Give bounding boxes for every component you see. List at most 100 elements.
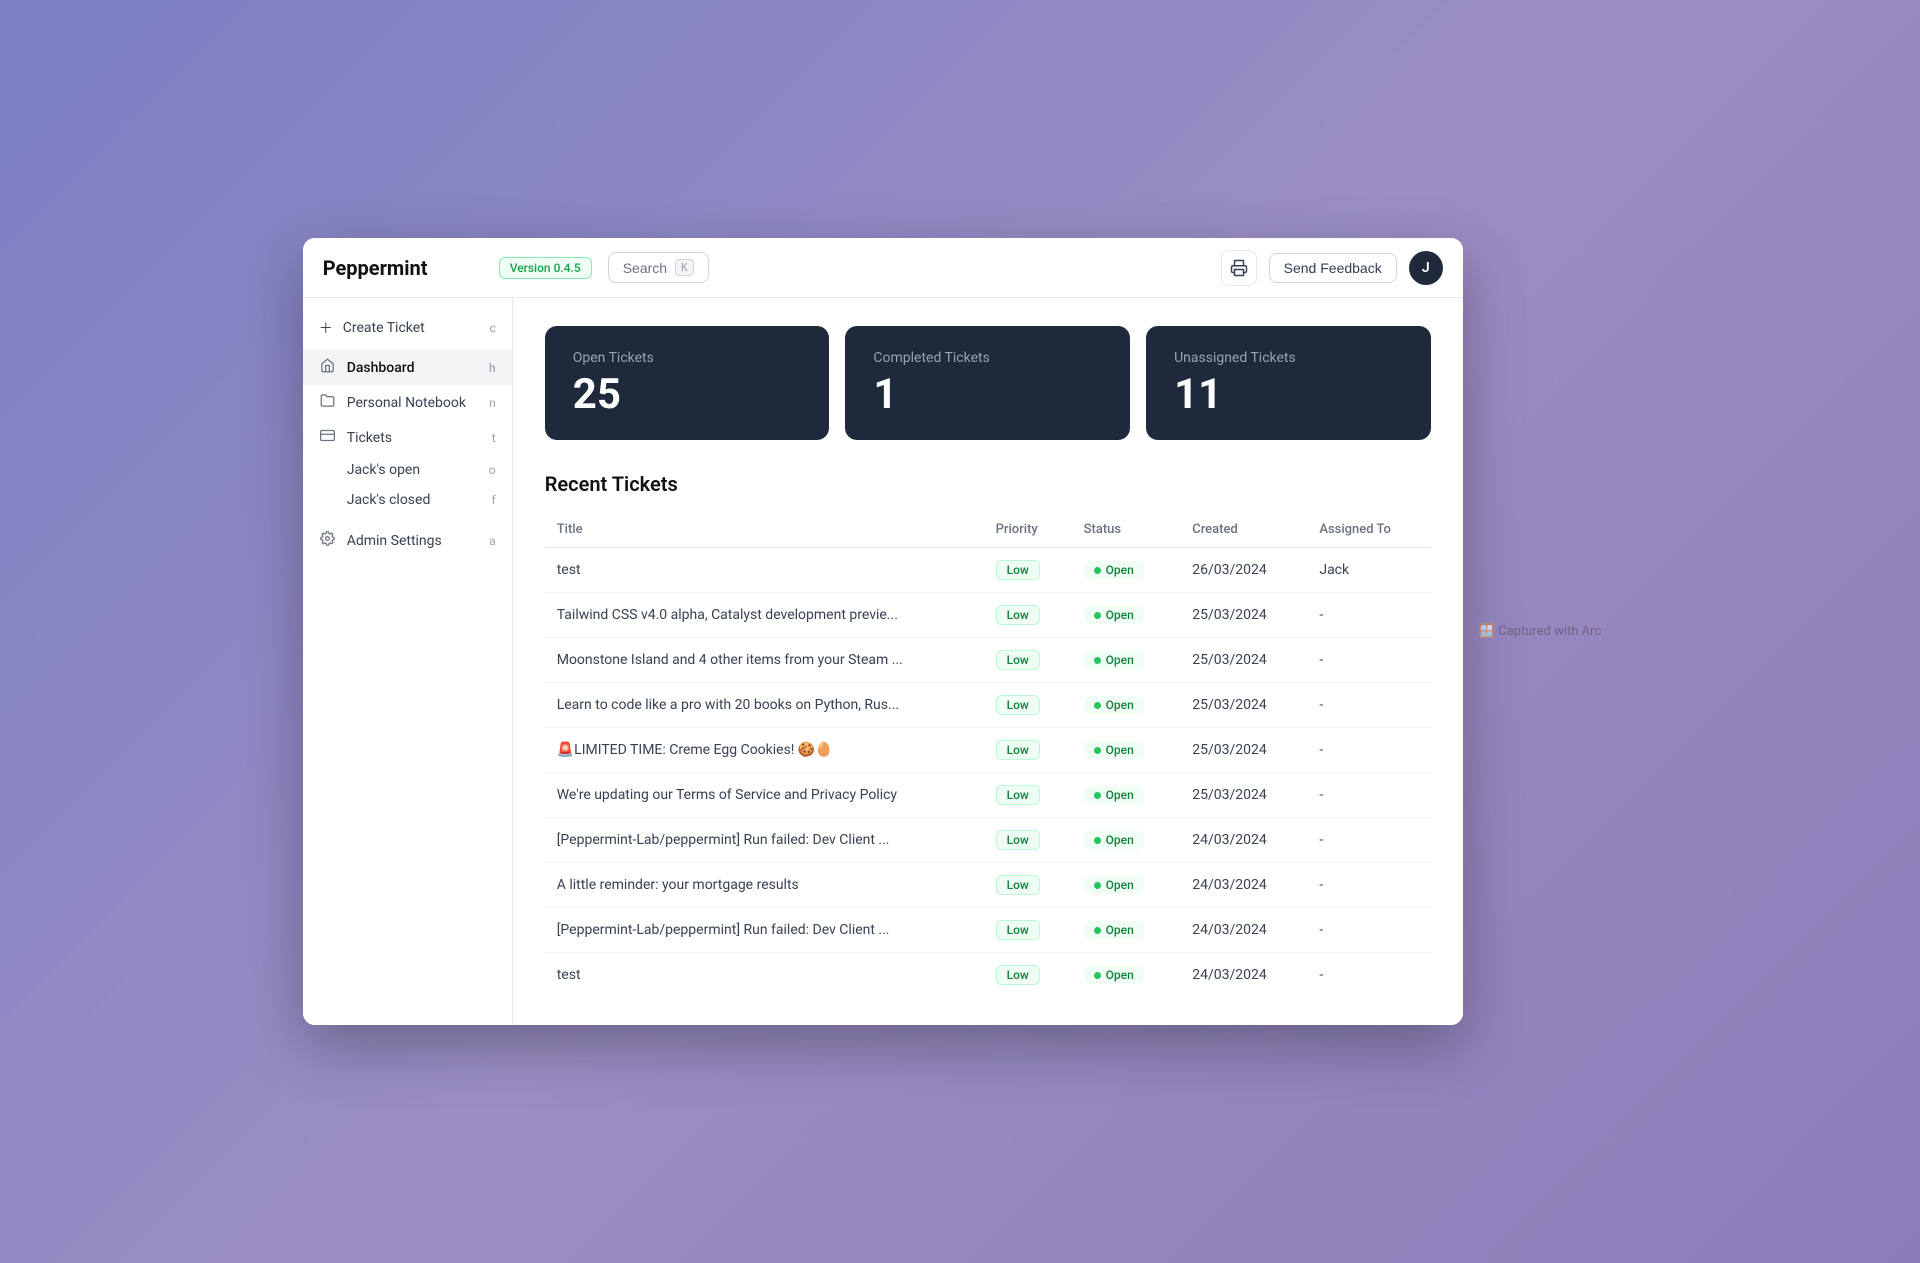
sidebar-item-tickets[interactable]: Tickets t xyxy=(303,420,512,455)
table-row[interactable]: 🚨LIMITED TIME: Creme Egg Cookies! 🍪🥚 Low… xyxy=(545,728,1431,773)
status-badge: Open xyxy=(1084,606,1144,624)
tickets-icon xyxy=(319,428,337,447)
send-feedback-button[interactable]: Send Feedback xyxy=(1269,253,1397,283)
ticket-assigned: - xyxy=(1307,638,1430,683)
notebook-icon xyxy=(319,393,337,412)
ticket-status: Open xyxy=(1072,638,1181,683)
ticket-priority: Low xyxy=(984,863,1072,908)
main-content: Open Tickets 25 Completed Tickets 1 Unas… xyxy=(513,298,1463,1025)
gear-icon xyxy=(319,531,337,550)
ticket-created: 25/03/2024 xyxy=(1180,638,1307,683)
status-badge: Open xyxy=(1084,921,1144,939)
ticket-status: Open xyxy=(1072,728,1181,773)
status-dot xyxy=(1094,972,1101,979)
ticket-created: 26/03/2024 xyxy=(1180,548,1307,593)
footer-bar: 🪟 Captured with Arc xyxy=(1463,608,1618,655)
create-ticket-item[interactable]: ＋ Create Ticket c xyxy=(303,310,512,346)
stats-row: Open Tickets 25 Completed Tickets 1 Unas… xyxy=(545,326,1431,440)
sidebar-item-dashboard[interactable]: Dashboard h xyxy=(303,350,512,385)
jacks-open-shortcut: o xyxy=(489,463,496,477)
priority-badge: Low xyxy=(996,560,1040,580)
header: Peppermint Version 0.4.5 Search K Send F… xyxy=(303,238,1463,298)
table-row[interactable]: [Peppermint-Lab/peppermint] Run failed: … xyxy=(545,908,1431,953)
col-title: Title xyxy=(545,512,984,548)
ticket-status: Open xyxy=(1072,773,1181,818)
ticket-status: Open xyxy=(1072,593,1181,638)
plus-icon: ＋ xyxy=(319,318,333,338)
ticket-title: [Peppermint-Lab/peppermint] Run failed: … xyxy=(545,908,984,953)
table-row[interactable]: [Peppermint-Lab/peppermint] Run failed: … xyxy=(545,818,1431,863)
table-row[interactable]: We're updating our Terms of Service and … xyxy=(545,773,1431,818)
priority-badge: Low xyxy=(996,605,1040,625)
priority-badge: Low xyxy=(996,650,1040,670)
create-ticket-label: Create Ticket xyxy=(343,320,425,336)
priority-badge: Low xyxy=(996,830,1040,850)
sidebar-item-admin-settings[interactable]: Admin Settings a xyxy=(303,523,512,558)
ticket-created: 25/03/2024 xyxy=(1180,728,1307,773)
ticket-title: Moonstone Island and 4 other items from … xyxy=(545,638,984,683)
priority-badge: Low xyxy=(996,695,1040,715)
stat-card-completed[interactable]: Completed Tickets 1 xyxy=(845,326,1130,440)
priority-badge: Low xyxy=(996,875,1040,895)
jacks-closed-label: Jack's closed xyxy=(347,492,431,508)
printer-icon[interactable] xyxy=(1221,250,1257,286)
ticket-priority: Low xyxy=(984,683,1072,728)
status-badge: Open xyxy=(1084,696,1144,714)
table-header: Title Priority Status Created Assigned T… xyxy=(545,512,1431,548)
layout: ＋ Create Ticket c Dashboard h Personal N… xyxy=(303,298,1463,1025)
table-row[interactable]: Learn to code like a pro with 20 books o… xyxy=(545,683,1431,728)
footer-label: 🪟 Captured with Arc xyxy=(1479,624,1602,639)
table-row[interactable]: Tailwind CSS v4.0 alpha, Catalyst develo… xyxy=(545,593,1431,638)
sidebar-jacks-closed[interactable]: Jack's closed f xyxy=(303,485,512,515)
ticket-assigned: - xyxy=(1307,593,1430,638)
status-badge: Open xyxy=(1084,651,1144,669)
col-assigned: Assigned To xyxy=(1307,512,1430,548)
stat-card-open[interactable]: Open Tickets 25 xyxy=(545,326,830,440)
sidebar-dashboard-label: Dashboard xyxy=(347,360,415,376)
ticket-assigned: - xyxy=(1307,863,1430,908)
admin-settings-shortcut: a xyxy=(489,534,496,548)
status-badge: Open xyxy=(1084,831,1144,849)
ticket-priority: Low xyxy=(984,638,1072,683)
table-row[interactable]: Moonstone Island and 4 other items from … xyxy=(545,638,1431,683)
recent-tickets-section: Recent Tickets Title Priority Status Cre… xyxy=(545,472,1431,997)
ticket-title: We're updating our Terms of Service and … xyxy=(545,773,984,818)
section-title: Recent Tickets xyxy=(545,472,1431,496)
search-button[interactable]: Search K xyxy=(608,252,709,283)
stat-unassigned-value: 11 xyxy=(1174,374,1403,416)
status-badge: Open xyxy=(1084,786,1144,804)
status-dot xyxy=(1094,702,1101,709)
create-ticket-shortcut: c xyxy=(489,321,495,335)
col-created: Created xyxy=(1180,512,1307,548)
ticket-created: 25/03/2024 xyxy=(1180,593,1307,638)
status-dot xyxy=(1094,567,1101,574)
table-row[interactable]: A little reminder: your mortgage results… xyxy=(545,863,1431,908)
sidebar-tickets-label: Tickets xyxy=(347,430,392,446)
ticket-created: 24/03/2024 xyxy=(1180,908,1307,953)
app-logo: Peppermint xyxy=(323,256,483,280)
stat-unassigned-label: Unassigned Tickets xyxy=(1174,350,1403,366)
sidebar-jacks-open[interactable]: Jack's open o xyxy=(303,455,512,485)
ticket-status: Open xyxy=(1072,863,1181,908)
sidebar-notebook-shortcut: n xyxy=(489,396,496,410)
sidebar-item-notebook[interactable]: Personal Notebook n xyxy=(303,385,512,420)
ticket-title: Learn to code like a pro with 20 books o… xyxy=(545,683,984,728)
ticket-priority: Low xyxy=(984,773,1072,818)
stat-card-unassigned[interactable]: Unassigned Tickets 11 xyxy=(1146,326,1431,440)
ticket-created: 24/03/2024 xyxy=(1180,863,1307,908)
ticket-created: 24/03/2024 xyxy=(1180,818,1307,863)
ticket-title: 🚨LIMITED TIME: Creme Egg Cookies! 🍪🥚 xyxy=(545,728,984,773)
ticket-assigned: - xyxy=(1307,908,1430,953)
ticket-status: Open xyxy=(1072,908,1181,953)
ticket-created: 24/03/2024 xyxy=(1180,953,1307,998)
ticket-assigned: - xyxy=(1307,818,1430,863)
avatar[interactable]: J xyxy=(1409,251,1443,285)
ticket-priority: Low xyxy=(984,908,1072,953)
table-row[interactable]: test Low Open 26/03/2024 Jack xyxy=(545,548,1431,593)
status-dot xyxy=(1094,837,1101,844)
ticket-status: Open xyxy=(1072,818,1181,863)
status-dot xyxy=(1094,882,1101,889)
priority-badge: Low xyxy=(996,920,1040,940)
jacks-closed-shortcut: f xyxy=(492,493,496,507)
table-row[interactable]: test Low Open 24/03/2024 - xyxy=(545,953,1431,998)
